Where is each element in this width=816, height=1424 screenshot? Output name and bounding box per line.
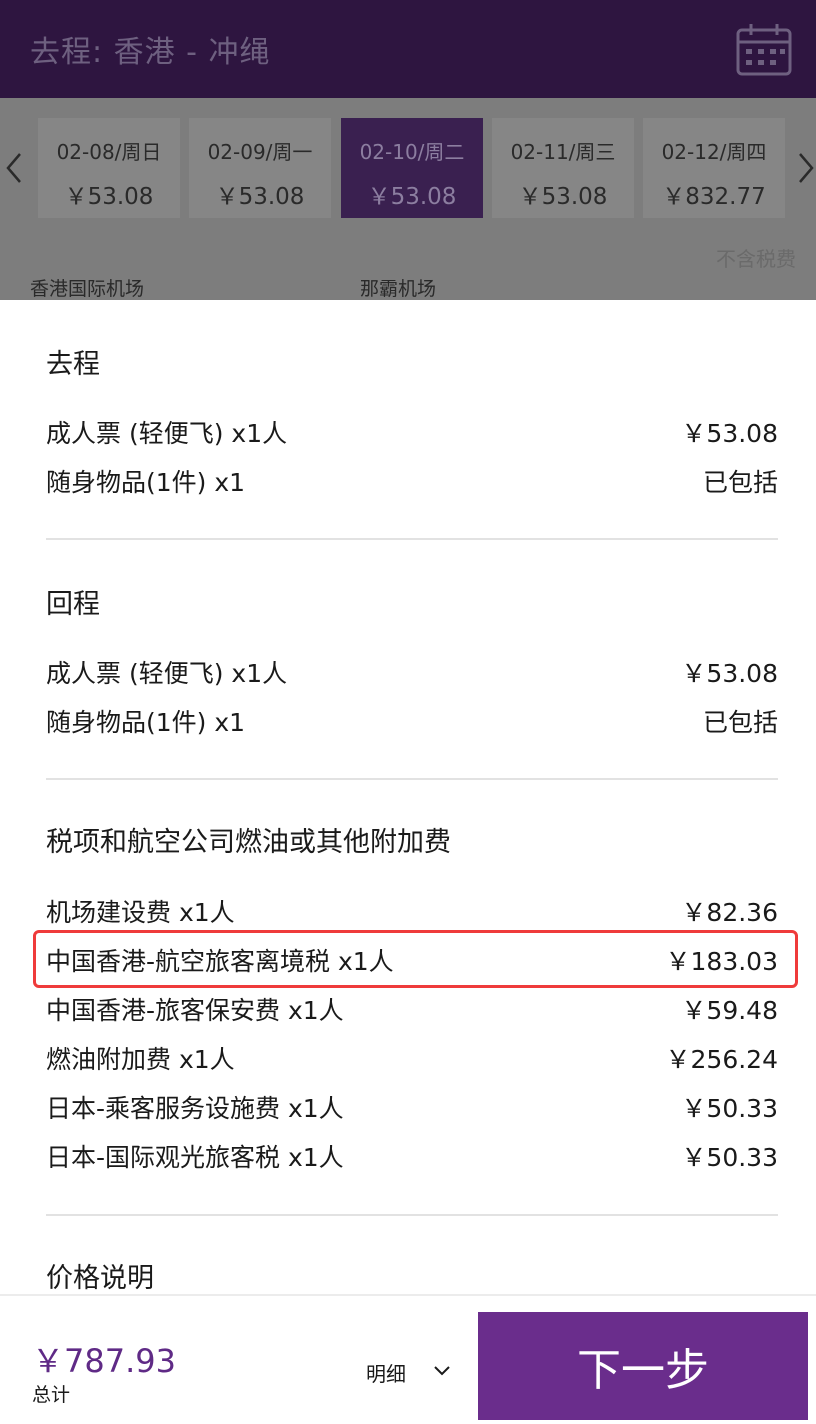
list-item: 日本-乘客服务设施费 x1人 ￥50.33 <box>46 1087 778 1127</box>
outbound-title: 去程 <box>46 349 100 380</box>
date-label: 02-08/周日 <box>56 140 162 164</box>
item-label: 日本-乘客服务设施费 x1人 <box>46 1094 344 1123</box>
date-price: ￥53.08 <box>64 184 154 210</box>
item-amount: ￥50.33 <box>681 1094 778 1123</box>
date-price: ￥53.08 <box>518 184 608 210</box>
list-item: 机场建设费 x1人 ￥82.36 <box>46 891 778 931</box>
date-label: 02-09/周一 <box>207 140 313 164</box>
item-amount: ￥256.24 <box>665 1045 778 1074</box>
divider <box>46 778 778 780</box>
date-label: 02-11/周三 <box>510 140 616 164</box>
date-card[interactable]: 02-08/周日 ￥53.08 <box>38 118 180 218</box>
item-amount: ￥50.33 <box>681 1143 778 1172</box>
chevron-right-icon[interactable] <box>796 150 816 186</box>
date-card[interactable]: 02-11/周三 ￥53.08 <box>492 118 634 218</box>
date-price: ￥53.08 <box>367 184 457 210</box>
list-item: 成人票 (轻便飞) x1人 ￥53.08 <box>46 412 778 452</box>
list-item: 随身物品(1件) x1 已包括 <box>46 461 778 501</box>
price-detail-sheet: 去程 成人票 (轻便飞) x1人 ￥53.08 随身物品(1件) x1 已包括 … <box>0 300 816 1294</box>
item-label: 日本-国际观光旅客税 x1人 <box>46 1143 344 1172</box>
chevron-left-icon[interactable] <box>4 150 24 186</box>
arrival-airport: 那霸机场 <box>360 278 437 300</box>
item-amount: ￥59.48 <box>681 996 778 1025</box>
departure-airport: 香港国际机场 <box>30 278 145 300</box>
date-label: 02-12/周四 <box>661 140 767 164</box>
item-label: 中国香港-旅客保安费 x1人 <box>46 996 344 1025</box>
item-label: 机场建设费 x1人 <box>46 898 235 927</box>
next-button[interactable]: 下一步 <box>478 1312 808 1420</box>
item-amount: ￥53.08 <box>681 659 778 688</box>
date-selector: 02-08/周日 ￥53.08 02-09/周一 ￥53.08 02-10/周二… <box>0 98 816 300</box>
calendar-icon[interactable] <box>734 22 794 78</box>
highlight-box <box>33 930 798 988</box>
item-label: 随身物品(1件) x1 <box>46 708 246 737</box>
total-amount: ￥787.93 <box>32 1342 176 1380</box>
top-bar: 去程: 香港 - 冲绳 <box>0 0 816 98</box>
item-amount: 已包括 <box>702 468 778 497</box>
item-label: 成人票 (轻便飞) x1人 <box>46 419 288 448</box>
date-price: ￥53.08 <box>215 184 305 210</box>
price-note-title: 价格说明 <box>46 1263 154 1294</box>
item-amount: ￥82.36 <box>681 898 778 927</box>
date-card-selected[interactable]: 02-10/周二 ￥53.08 <box>341 118 483 218</box>
total-label: 总计 <box>32 1384 71 1406</box>
date-card[interactable]: 02-12/周四 ￥832.77 <box>643 118 785 218</box>
item-label: 燃油附加费 x1人 <box>46 1045 235 1074</box>
divider <box>46 1214 778 1216</box>
date-price: ￥832.77 <box>662 184 766 210</box>
date-label: 02-10/周二 <box>359 140 465 164</box>
item-label: 成人票 (轻便飞) x1人 <box>46 659 288 688</box>
detail-toggle[interactable]: 明细 <box>366 1358 406 1387</box>
tax-note: 不含税费 <box>716 247 796 271</box>
divider <box>46 538 778 540</box>
item-amount: 已包括 <box>702 708 778 737</box>
item-label: 随身物品(1件) x1 <box>46 468 246 497</box>
date-card[interactable]: 02-09/周一 ￥53.08 <box>189 118 331 218</box>
route-title: 去程: 香港 - 冲绳 <box>30 35 271 70</box>
list-item: 日本-国际观光旅客税 x1人 ￥50.33 <box>46 1136 778 1176</box>
item-amount: ￥53.08 <box>681 419 778 448</box>
list-item: 中国香港-旅客保安费 x1人 ￥59.48 <box>46 989 778 1029</box>
list-item: 燃油附加费 x1人 ￥256.24 <box>46 1038 778 1078</box>
list-item: 随身物品(1件) x1 已包括 <box>46 701 778 741</box>
chevron-down-icon[interactable] <box>432 1364 452 1378</box>
bottom-bar: ￥787.93 总计 明细 下一步 <box>0 1294 816 1424</box>
return-title: 回程 <box>46 589 100 620</box>
taxes-title: 税项和航空公司燃油或其他附加费 <box>46 827 451 858</box>
list-item: 成人票 (轻便飞) x1人 ￥53.08 <box>46 652 778 692</box>
